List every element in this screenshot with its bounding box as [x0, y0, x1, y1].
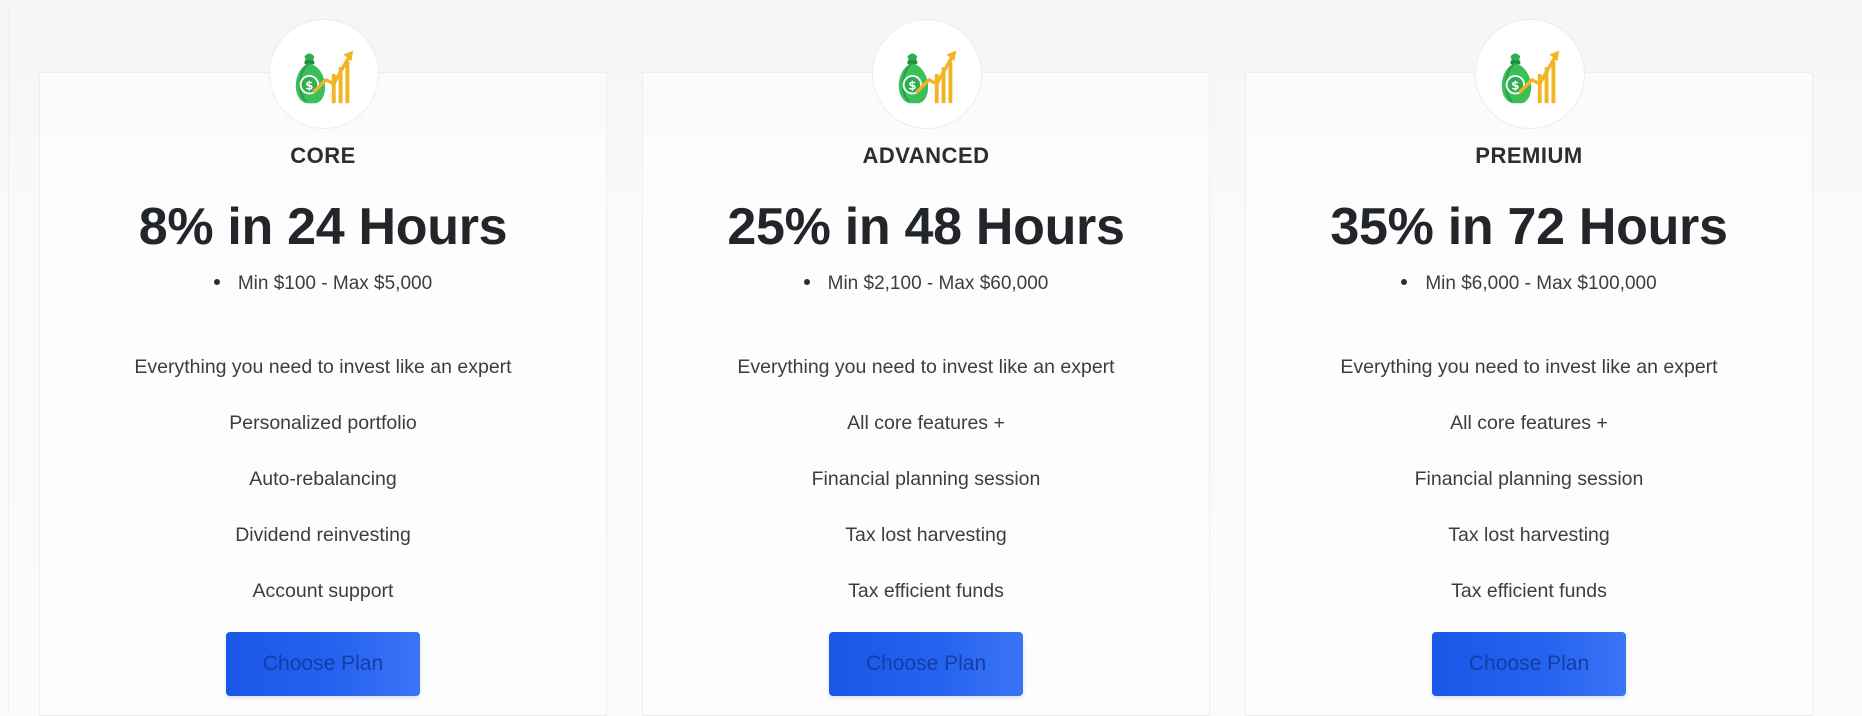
plan-feature-item: Personalized portfolio: [229, 412, 417, 434]
plan-feature-list: Everything you need to invest like an ex…: [643, 356, 1209, 636]
plan-icon-badge: $: [1475, 19, 1585, 129]
plan-return-rate: 8% in 24 Hours: [138, 198, 508, 256]
choose-plan-button-premium[interactable]: Choose Plan: [1432, 632, 1626, 696]
money-bag-growth-icon: $: [1501, 50, 1560, 104]
plan-icon-badge: $: [872, 19, 982, 129]
pricing-page: $ CORE 8% in 24 Hours Min $100 - Max $5,…: [0, 0, 1862, 716]
plan-card-premium: $ PREMIUM 35% in 72 Hours Min $6,000 - M…: [1245, 19, 1813, 716]
bullet-icon: [1401, 278, 1408, 285]
plan-icon-badge: $: [269, 19, 379, 129]
plan-feature-item: Tax efficient funds: [1451, 580, 1607, 602]
pricing-plans: $ CORE 8% in 24 Hours Min $100 - Max $5,…: [39, 19, 1817, 716]
plan-investment-range: Min $2,100 - Max $60,000: [643, 273, 1209, 295]
svg-text:$: $: [305, 79, 313, 93]
plan-feature-list: Everything you need to invest like an ex…: [40, 356, 606, 636]
plan-investment-range: Min $6,000 - Max $100,000: [1246, 273, 1812, 295]
money-bag-growth-icon: $: [295, 50, 354, 104]
plan-feature-item: Dividend reinvesting: [235, 524, 411, 546]
choose-plan-button-core[interactable]: Choose Plan: [226, 632, 420, 696]
plan-card-core: $ CORE 8% in 24 Hours Min $100 - Max $5,…: [39, 19, 607, 716]
plan-range-text: Min $6,000 - Max $100,000: [1425, 273, 1657, 294]
plan-return-rate: 35% in 72 Hours: [1330, 198, 1728, 256]
plan-feature-item: Everything you need to invest like an ex…: [134, 356, 512, 378]
plan-feature-item: Financial planning session: [1414, 468, 1644, 490]
plan-range-text: Min $100 - Max $5,000: [237, 273, 433, 294]
choose-plan-button-advanced[interactable]: Choose Plan: [829, 632, 1023, 696]
plan-card-advanced: $ ADVANCED 25% in 48 Hours Min $2,100 - …: [642, 19, 1210, 716]
plan-feature-item: Tax lost harvesting: [1448, 524, 1610, 546]
plan-feature-item: Tax efficient funds: [848, 580, 1004, 602]
bullet-icon: [803, 278, 810, 285]
plan-tier-name: CORE: [290, 143, 356, 168]
plan-feature-item: Account support: [252, 580, 394, 602]
svg-text:$: $: [908, 79, 916, 93]
plan-tier-name: PREMIUM: [1475, 143, 1583, 168]
bullet-icon: [213, 278, 220, 285]
plan-feature-list: Everything you need to invest like an ex…: [1246, 356, 1812, 636]
plan-return-rate: 25% in 48 Hours: [727, 198, 1125, 256]
plan-feature-item: Financial planning session: [811, 468, 1041, 490]
plan-feature-item: All core features +: [1450, 412, 1608, 434]
plan-feature-item: All core features +: [847, 412, 1005, 434]
plan-feature-item: Everything you need to invest like an ex…: [737, 356, 1115, 378]
money-bag-growth-icon: $: [898, 50, 957, 104]
plan-feature-item: Auto-rebalancing: [249, 468, 397, 490]
svg-text:$: $: [1511, 79, 1519, 93]
plan-range-text: Min $2,100 - Max $60,000: [827, 273, 1049, 294]
plan-feature-item: Everything you need to invest like an ex…: [1340, 356, 1718, 378]
plan-tier-name: ADVANCED: [862, 143, 990, 168]
plan-feature-item: Tax lost harvesting: [845, 524, 1007, 546]
plan-investment-range: Min $100 - Max $5,000: [40, 273, 606, 295]
